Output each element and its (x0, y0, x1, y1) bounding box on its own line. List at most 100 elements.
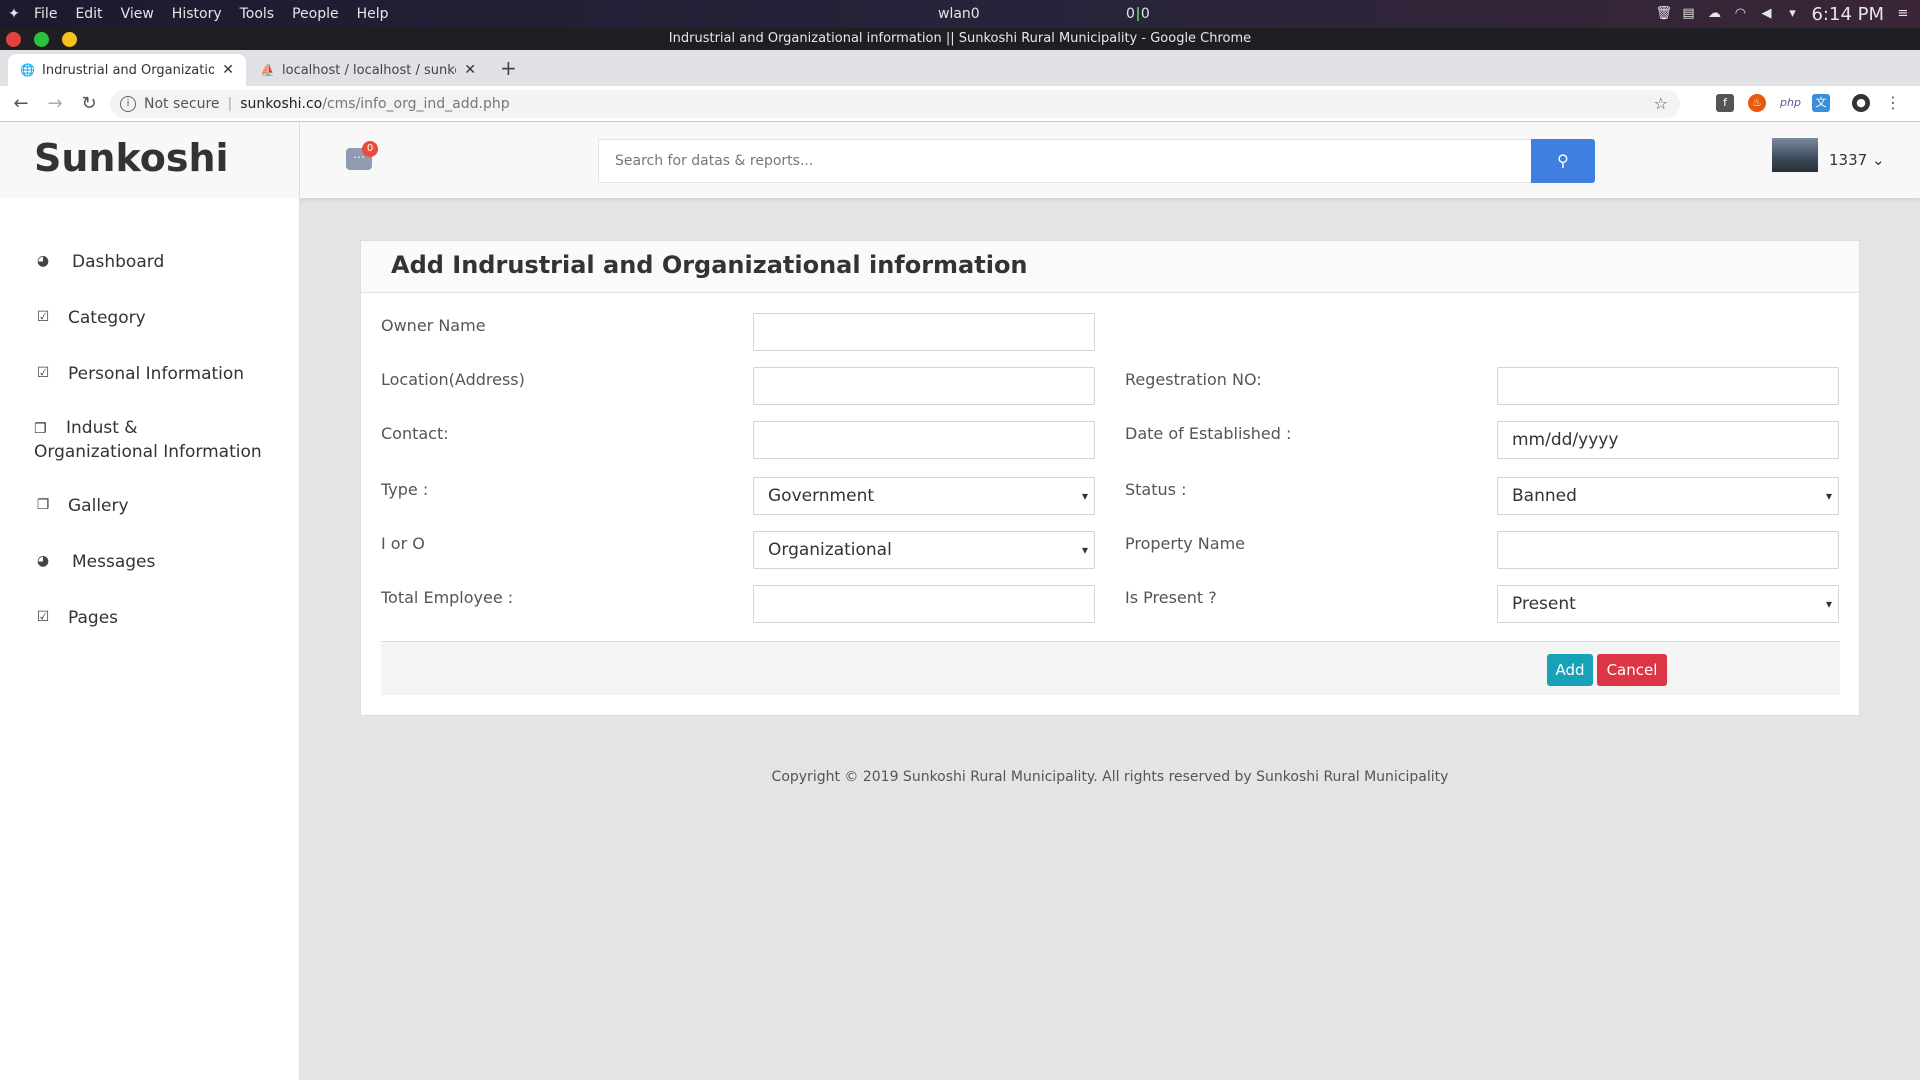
status-label: Status : (1125, 480, 1187, 499)
url-separator: | (227, 95, 233, 112)
tab-label: localhost / localhost / sunkoshi (282, 62, 456, 78)
tab-label: Indrustrial and Organizational informati… (42, 62, 215, 78)
sidebar-item-gallery[interactable]: ❐ Gallery (34, 494, 129, 518)
user-name: 1337 (1829, 151, 1868, 169)
registration-input[interactable] (1497, 367, 1839, 405)
close-icon[interactable]: ✕ (222, 62, 234, 78)
browser-tab-strip: 🌐 Indrustrial and Organizational informa… (0, 50, 1920, 86)
network-label: wlan0 (938, 6, 980, 22)
trash-icon[interactable]: 🗑 (1655, 7, 1672, 21)
sidebar-item-label: Messages (72, 552, 156, 572)
globe-icon: 🌐 (20, 63, 35, 77)
app-launcher-icon[interactable]: ✦ (0, 6, 28, 22)
date-established-input[interactable]: mm/dd/yyyy (1497, 421, 1839, 459)
sidebar-item-category[interactable]: ☑ Category (34, 306, 146, 330)
dashboard-icon: ◕ (36, 553, 50, 569)
type-select[interactable]: Government (753, 477, 1095, 515)
security-label: Not secure (144, 95, 220, 112)
sidebar-item-indust-organizational[interactable]: Indust & Organizational Information (34, 416, 264, 464)
cloud-icon[interactable]: ☁ (1707, 7, 1721, 21)
bookmark-star-icon[interactable]: ☆ (1654, 94, 1668, 113)
message-count-badge: 0 (362, 141, 378, 157)
location-label: Location(Address) (381, 370, 525, 389)
user-menu[interactable]: 1337 ⌄ (1829, 151, 1885, 169)
window-title: Indrustrial and Organizational informati… (668, 31, 1252, 46)
net-divider (1136, 7, 1139, 21)
brand-logo-text[interactable]: Sunkoshi (34, 136, 229, 180)
phpmyadmin-icon: ⛵ (260, 63, 275, 77)
location-input[interactable] (753, 367, 1095, 405)
search-button[interactable]: ⚲ (1531, 139, 1595, 183)
contact-label: Contact: (381, 424, 449, 443)
owner-name-input[interactable] (753, 313, 1095, 351)
menu-file[interactable]: File (34, 6, 57, 22)
is-present-select[interactable]: Present (1497, 585, 1839, 623)
form-actions: Add Cancel (381, 641, 1840, 695)
info-icon[interactable]: i (120, 95, 136, 112)
cancel-button[interactable]: Cancel (1597, 654, 1667, 686)
sidebar: ◕ Dashboard ☑ Category ☑ Personal Inform… (0, 198, 300, 1080)
search-input[interactable]: Search for datas & reports... (598, 139, 1532, 183)
menu-edit[interactable]: Edit (75, 6, 102, 22)
copyright-footer: Copyright © 2019 Sunkoshi Rural Municipa… (771, 769, 1449, 785)
user-avatar[interactable] (1772, 138, 1818, 172)
close-icon[interactable]: ✕ (464, 62, 476, 78)
add-button[interactable]: Add (1547, 654, 1593, 686)
contact-input[interactable] (753, 421, 1095, 459)
extension-php-icon[interactable]: php (1780, 94, 1801, 112)
more-vert-icon[interactable]: ⋮ (1884, 94, 1902, 112)
address-toolbar: ← → ↻ i Not secure | sunkoshi.co/cms/inf… (0, 86, 1920, 122)
sidebar-item-messages[interactable]: ◕ Messages (34, 550, 155, 574)
clock[interactable]: 6:14 PM (1811, 4, 1884, 25)
checkbox-icon: ☑ (36, 609, 50, 625)
menu-view[interactable]: View (121, 6, 154, 22)
window-title-bar: Indrustrial and Organizational informati… (0, 28, 1920, 50)
hamburger-menu-icon[interactable]: ≡ (1896, 7, 1910, 21)
back-arrow-icon[interactable]: ← (8, 93, 34, 114)
url-bar[interactable]: i Not secure | sunkoshi.co/cms/info_org_… (110, 89, 1680, 118)
sidebar-item-label: Gallery (68, 496, 129, 516)
extension-translate-icon[interactable]: 文 (1812, 94, 1830, 112)
network-speed: 00 (1126, 6, 1150, 22)
extension-fire-icon[interactable]: ♨ (1748, 94, 1766, 112)
sidebar-item-dashboard[interactable]: ◕ Dashboard (34, 250, 164, 274)
status-select[interactable]: Banned (1497, 477, 1839, 515)
extension-f-icon[interactable]: f (1716, 94, 1734, 112)
page-title: Add Indrustrial and Organizational infor… (391, 251, 1028, 279)
total-employee-label: Total Employee : (381, 588, 514, 607)
checkbox-icon: ☑ (36, 309, 50, 325)
forward-arrow-icon[interactable]: → (42, 93, 68, 114)
new-tab-button[interactable]: + (500, 56, 517, 80)
property-name-input[interactable] (1497, 531, 1839, 569)
profile-avatar-icon[interactable]: ● (1852, 94, 1870, 112)
reload-icon[interactable]: ↻ (76, 93, 102, 114)
i-or-o-select[interactable]: Organizational (753, 531, 1095, 569)
add-info-card: Add Indrustrial and Organizational infor… (360, 240, 1860, 716)
menu-history[interactable]: History (172, 6, 222, 22)
url-path: /cms/info_org_ind_add.php (322, 95, 510, 112)
url-host: sunkoshi.co (240, 95, 323, 112)
sidebar-item-pages[interactable]: ☑ Pages (34, 606, 118, 630)
volume-icon[interactable]: ◀ (1759, 7, 1773, 21)
total-employee-input[interactable] (753, 585, 1095, 623)
search-icon: ⚲ (1557, 151, 1569, 170)
sidebar-item-label: Dashboard (72, 252, 165, 272)
sidebar-item-label: Indust & Organizational Information (34, 418, 262, 462)
checkbox-icon: ☑ (36, 365, 50, 381)
sidebar-item-personal-information[interactable]: ☑ Personal Information (34, 362, 244, 386)
app-menu-bar: File Edit View History Tools People Help (34, 6, 389, 22)
system-tray: 🗑 ▤ ☁ ◠ ◀ ▾ 6:14 PM ≡ (1655, 4, 1910, 25)
menu-people[interactable]: People (292, 6, 339, 22)
menu-help[interactable]: Help (357, 6, 389, 22)
type-label: Type : (381, 480, 429, 499)
date-established-label: Date of Established : (1125, 424, 1292, 443)
extensions-area: f ♨ php 文 ● ⋮ (1716, 94, 1902, 112)
chevron-down-icon[interactable]: ▾ (1785, 7, 1799, 21)
menu-tools[interactable]: Tools (240, 6, 275, 22)
registration-label: Regestration NO: (1125, 370, 1262, 389)
tab-active[interactable]: 🌐 Indrustrial and Organizational informa… (8, 54, 246, 86)
clipboard-icon[interactable]: ▤ (1681, 7, 1695, 21)
tab-phpmyadmin[interactable]: ⛵ localhost / localhost / sunkoshi ✕ (248, 54, 488, 86)
wifi-icon[interactable]: ◠ (1733, 7, 1747, 21)
dashboard-icon: ◕ (36, 253, 50, 269)
